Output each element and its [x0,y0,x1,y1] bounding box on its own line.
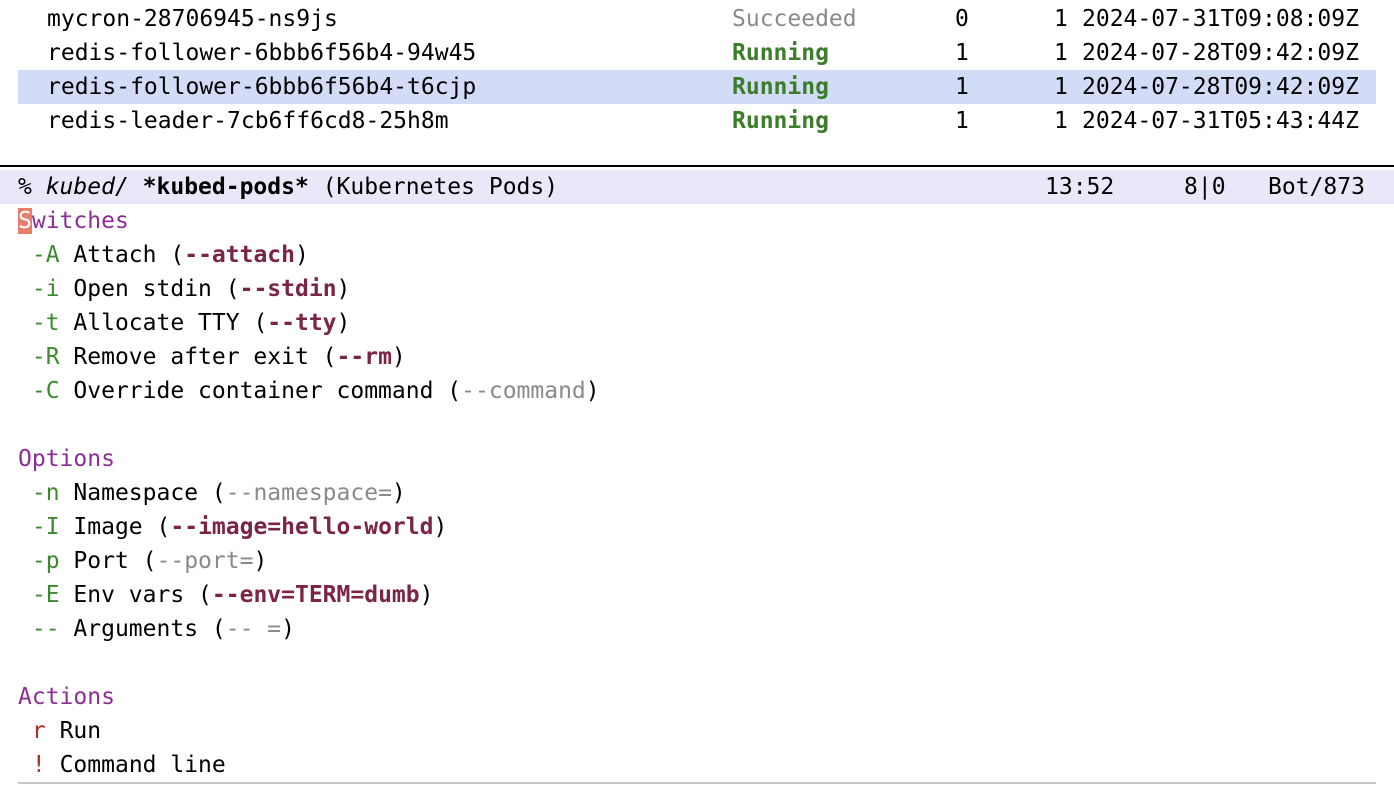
option-image[interactable]: -I Image (--image=hello-world) [18,510,447,544]
switch-stdin[interactable]: -i Open stdin (--stdin) [18,272,351,306]
pod-ready: 1 [955,40,969,66]
option-flag: --env=TERM=dumb [211,582,420,608]
switch-key: -t [31,310,60,336]
switch-label: Attach [73,242,157,268]
switch-key: -A [31,242,60,268]
switches-heading-text: witches [31,208,129,234]
mode-line-prefix: % [18,174,46,200]
pod-row-selected[interactable]: redis-follower-6bbb6f56b4-t6cjp Running … [18,70,1376,104]
pod-restarts: 1 [1054,108,1068,134]
option-flag: --namespace= [225,480,392,506]
option-label: Namespace [73,480,199,506]
switch-rm[interactable]: -R Remove after exit (--rm) [18,340,406,374]
pod-started: 2024-07-31T05:43:44Z [1082,108,1359,134]
mode-line-scroll: Bot/873 [1268,174,1365,200]
switch-flag: --attach [184,242,295,268]
mode-line-buffer-info: % kubed/ *kubed-pods* (Kubernetes Pods) [18,170,558,204]
pod-started: 2024-07-31T09:08:09Z [1082,6,1359,32]
option-label: Arguments [73,616,199,642]
pod-name: redis-follower-6bbb6f56b4-94w45 [47,40,477,66]
pod-status: Running [732,40,829,66]
switch-flag: --tty [267,310,337,336]
pod-started: 2024-07-28T09:42:09Z [1082,74,1359,100]
switch-label: Allocate TTY [73,310,240,336]
option-key: -E [31,582,60,608]
pod-restarts: 1 [1054,40,1068,66]
options-heading: Options [18,446,115,472]
pod-started: 2024-07-28T09:42:09Z [1082,40,1359,66]
option-namespace[interactable]: -n Namespace (--namespace=) [18,476,406,510]
switch-label: Override container command [73,378,434,404]
switch-flag: --command [461,378,586,404]
option-key: -I [31,514,60,540]
switch-label: Open stdin [73,276,212,302]
pod-name: redis-follower-6bbb6f56b4-t6cjp [47,74,477,100]
option-key: -- [31,616,60,642]
mode-line-buffer-name: *kubed-pods* [142,174,309,200]
option-key: -p [31,548,60,574]
option-label: Image [73,514,143,540]
pod-name: mycron-28706945-ns9js [47,6,338,32]
action-label: Command line [59,752,226,778]
pod-restarts: 1 [1054,74,1068,100]
action-label: Run [59,718,102,744]
switch-key: -C [31,378,60,404]
actions-heading: Actions [18,684,115,710]
mode-line-mode: (Kubernetes Pods) [322,174,559,200]
pod-restarts: 1 [1054,6,1068,32]
option-label: Port [73,548,129,574]
option-flag: --image=hello-world [170,514,434,540]
pod-row[interactable]: redis-follower-6bbb6f56b4-94w45 Running … [18,36,1376,70]
switch-attach[interactable]: -A Attach (--attach) [18,238,309,272]
pod-status: Succeeded [732,6,857,32]
switch-tty[interactable]: -t Allocate TTY (--tty) [18,306,351,340]
option-key: -n [31,480,60,506]
switch-flag: --rm [336,344,392,370]
mode-line: % kubed/ *kubed-pods* (Kubernetes Pods) … [0,170,1394,204]
pod-row[interactable]: redis-leader-7cb6ff6cd8-25h8m Running 1 … [18,104,1376,138]
text-cursor: S [18,208,32,234]
transient-bottom-rule [18,782,1376,784]
pod-name: redis-leader-7cb6ff6cd8-25h8m [47,108,449,134]
option-label: Env vars [73,582,185,608]
option-arguments[interactable]: -- Arguments (-- =) [18,612,295,646]
switch-label: Remove after exit [73,344,309,370]
action-command-line[interactable]: ! Command line [18,748,226,782]
action-run[interactable]: r Run [18,714,101,748]
action-key: ! [31,752,46,778]
pod-ready: 0 [955,6,969,32]
switch-command[interactable]: -C Override container command (--command… [18,374,600,408]
option-env[interactable]: -E Env vars (--env=TERM=dumb) [18,578,434,612]
pod-status: Running [732,74,829,100]
switch-flag: --stdin [239,276,337,302]
pod-status: Running [732,108,829,134]
mode-line-position: 8|0 [1184,174,1226,200]
option-flag: -- = [225,616,282,642]
pod-row[interactable]: mycron-28706945-ns9js Succeeded 0 1 2024… [18,2,1376,36]
pod-ready: 1 [955,74,969,100]
option-flag: --port= [156,548,254,574]
mode-line-time: 13:52 [1045,174,1115,200]
pod-ready: 1 [955,108,969,134]
window-divider[interactable] [0,165,1394,167]
switch-key: -i [31,276,60,302]
option-port[interactable]: -p Port (--port=) [18,544,267,578]
switches-heading: Switches [18,204,129,238]
mode-line-dir: kubed/ [45,174,129,200]
action-key: r [31,718,46,744]
switch-key: -R [31,344,60,370]
